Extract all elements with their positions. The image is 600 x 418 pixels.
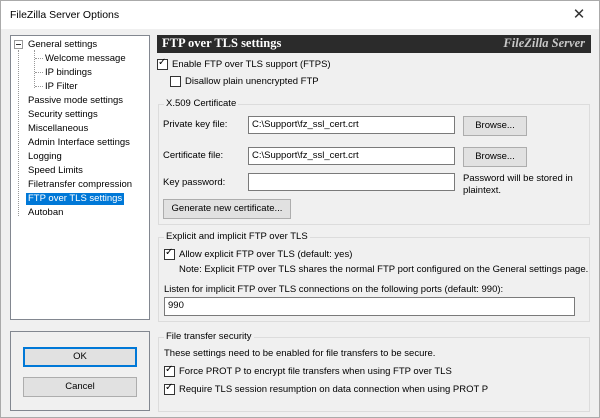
key-password-input[interactable]	[248, 173, 455, 191]
implicit-ports-input[interactable]: 990	[164, 297, 575, 316]
tree-item-logging[interactable]: Logging	[28, 151, 62, 163]
tree-item-passive-mode[interactable]: Passive mode settings	[28, 95, 123, 107]
file-transfer-security-group-label: File transfer security	[164, 331, 254, 342]
private-key-input[interactable]: C:\Support\fz_ssl_cert.crt	[248, 116, 455, 134]
password-note-line1: Password will be stored in	[463, 173, 573, 184]
collapse-icon[interactable]	[14, 40, 23, 49]
tree-item-ip-bindings[interactable]: IP bindings	[45, 67, 92, 79]
allow-explicit-tls-label: Allow explicit FTP over TLS (default: ye…	[179, 249, 353, 260]
disallow-plain-ftp-checkbox[interactable]	[170, 76, 181, 87]
page-header: FTP over TLS settings FileZilla Server	[157, 35, 591, 53]
generate-certificate-button[interactable]: Generate new certificate...	[163, 199, 291, 219]
page-title: FTP over TLS settings	[162, 36, 282, 50]
tree-item-miscellaneous[interactable]: Miscellaneous	[28, 123, 88, 135]
tree-item-general-settings[interactable]: General settings	[28, 39, 97, 51]
explicit-tls-note: Note: Explicit FTP over TLS shares the n…	[179, 264, 589, 275]
tree-item-ip-filter[interactable]: IP Filter	[45, 81, 78, 93]
force-prot-p-checkbox[interactable]	[164, 364, 175, 377]
force-prot-p-label: Force PROT P to encrypt file transfers w…	[179, 366, 452, 377]
ok-button[interactable]: OK	[23, 347, 137, 367]
tree-connector	[34, 50, 35, 88]
require-resumption-label: Require TLS session resumption on data c…	[179, 384, 489, 395]
tree-item-admin-interface[interactable]: Admin Interface settings	[28, 137, 130, 149]
tree-connector	[35, 72, 43, 73]
x509-group-label: X.509 Certificate	[164, 98, 239, 109]
require-resumption-checkbox[interactable]	[164, 382, 175, 395]
title-bar: FileZilla Server Options ✕	[1, 1, 599, 29]
implicit-ports-label: Listen for implicit FTP over TLS connect…	[164, 284, 504, 295]
certificate-input[interactable]: C:\Support\fz_ssl_cert.crt	[248, 147, 455, 165]
tree-item-welcome-message[interactable]: Welcome message	[45, 53, 126, 65]
password-note-line2: plaintext.	[463, 185, 502, 196]
browse-private-key-button[interactable]: Browse...	[463, 116, 527, 136]
key-password-label: Key password:	[163, 177, 226, 188]
tree-item-autoban[interactable]: Autoban	[28, 207, 63, 219]
settings-tree: General settings Welcome message IP bind…	[10, 35, 150, 320]
brand-label: FileZilla Server	[503, 36, 585, 50]
disallow-plain-ftp-label: Disallow plain unencrypted FTP	[185, 76, 319, 87]
allow-explicit-tls-checkbox[interactable]	[164, 247, 175, 260]
certificate-label: Certificate file:	[163, 150, 224, 161]
tree-connector	[18, 50, 19, 216]
tree-connector	[35, 86, 43, 87]
tree-item-ftp-over-tls[interactable]: FTP over TLS settings	[26, 193, 125, 205]
cancel-button[interactable]: Cancel	[23, 377, 137, 397]
close-icon[interactable]: ✕	[571, 5, 587, 23]
private-key-label: Private key file:	[163, 119, 228, 130]
enable-tls-label: Enable FTP over TLS support (FTPS)	[172, 59, 331, 70]
security-description: These settings need to be enabled for fi…	[164, 348, 436, 359]
dialog-buttons-panel: OK Cancel	[10, 331, 150, 411]
tree-connector	[35, 58, 43, 59]
browse-certificate-button[interactable]: Browse...	[463, 147, 527, 167]
tree-item-filetransfer-compression[interactable]: Filetransfer compression	[28, 179, 132, 191]
enable-tls-checkbox[interactable]	[157, 57, 168, 70]
window-title: FileZilla Server Options	[10, 9, 120, 21]
options-window: FileZilla Server Options ✕ General setti…	[0, 0, 600, 418]
explicit-implicit-group-label: Explicit and implicit FTP over TLS	[164, 231, 310, 242]
tree-item-security-settings[interactable]: Security settings	[28, 109, 98, 121]
tree-item-speed-limits[interactable]: Speed Limits	[28, 165, 83, 177]
